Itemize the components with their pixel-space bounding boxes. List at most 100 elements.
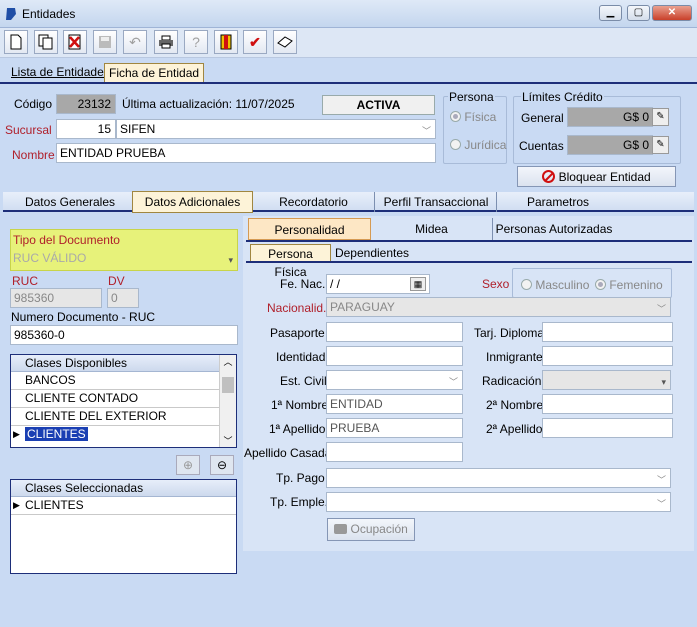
copy-icon[interactable] [34,30,58,54]
document-icon[interactable] [4,30,28,54]
row-pointer-icon: ▶ [13,429,20,439]
edit-icon[interactable]: ✎ [652,136,669,154]
ruc-label: RUC [12,274,38,288]
inmigrante-field[interactable] [542,346,673,366]
nombre1-field[interactable]: ENTIDAD [326,394,463,414]
dv-field[interactable]: 0 [107,288,139,308]
nombre2-field[interactable] [542,394,673,414]
tarj-diploma-label: Tarj. Diploma [474,326,545,340]
ocupacion-button[interactable]: Ocupación [327,518,415,541]
close-button[interactable]: ✕ [652,5,692,21]
radio-femenino-icon [595,279,606,290]
minimize-button[interactable]: ▁ [599,5,622,21]
radio-masculino-icon [521,279,532,290]
bloquear-entidad-button[interactable]: Bloquear Entidad [517,166,676,187]
dv-label: DV [108,274,125,288]
block-icon [542,170,556,183]
tpemple-select[interactable]: ﹀ [326,492,671,512]
list-item-selected[interactable]: ▶ CLIENTES [11,497,236,515]
nacionalidad-select[interactable]: PARAGUAY ﹀ [326,297,671,317]
tarj-diploma-field[interactable] [542,322,673,342]
radio-masculino[interactable]: Masculino [521,278,589,292]
save-icon[interactable] [93,30,117,54]
apellido-casada-label: Apellido Casada [244,446,332,460]
estcivil-select[interactable]: ﹀ [326,370,463,390]
fenac-label: Fe. Nac. [280,277,326,291]
apellido1-field[interactable]: PRUEBA [326,418,463,438]
tab-personas-autorizadas[interactable]: Personas Autorizadas [493,218,615,240]
identidad-label: Identidad [276,350,326,364]
delete-icon[interactable] [63,30,87,54]
tab-lista-entidades[interactable]: Lista de Entidades [7,63,114,82]
nombre2-label: 2ª Nombre [486,398,544,412]
add-class-button[interactable]: ⊕ [176,455,200,475]
fenac-field[interactable]: / / ▦ [326,274,430,294]
tab-divider [0,82,697,84]
list-item[interactable]: CLIENTE CONTADO [11,390,219,408]
list-item[interactable]: CLIENTE DEL EXTERIOR [11,408,219,426]
scroll-down-icon[interactable]: ﹀ [220,434,236,447]
exit-icon[interactable] [214,30,238,54]
list-item-selected[interactable]: ▶ CLIENTES [11,426,219,444]
tipo-documento-select[interactable]: RUC VÁLIDO ▾ [10,249,237,269]
undo-icon[interactable]: ↶ [123,30,147,54]
tpemple-label: Tp. Emple. [270,495,329,509]
chevron-down-icon: ▾ [228,255,233,265]
tppago-label: Tp. Pago [276,471,325,485]
tab-perfil-transaccional[interactable]: Perfil Transaccional [376,192,497,212]
chevron-down-icon: ﹀ [656,304,666,314]
general-label: General [521,111,564,125]
nombre-field[interactable]: ENTIDAD PRUEBA [56,143,436,163]
clases-disponibles-list[interactable]: Clases Disponibles BANCOS CLIENTE CONTAD… [10,354,237,448]
apellido2-label: 2ª Apellido [486,422,543,436]
persona-group [443,96,507,164]
check-icon[interactable]: ✔ [243,30,267,54]
clases-seleccionadas-list[interactable]: Clases Seleccionadas ▶ CLIENTES [10,479,237,574]
tppago-select[interactable]: ﹀ [326,468,671,488]
sucursal-name-select[interactable]: SIFEN ﹀ [116,119,436,139]
chevron-down-icon: ▾ [661,377,666,387]
scroll-up-icon[interactable]: ︿ [220,355,236,369]
calendar-icon[interactable]: ▦ [410,277,426,291]
tab-parametros-comerciales[interactable]: Parametros Comerciales [498,192,618,229]
estcivil-label: Est. Civil [280,374,327,388]
identidad-field[interactable] [326,346,463,366]
codigo-label: Código [14,97,53,111]
scrollbar[interactable]: ︿ ﹀ [219,355,236,447]
add-icon: ⊕ [182,458,194,472]
tab-datos-generales[interactable]: Datos Generales [8,192,132,212]
sucursal-number-field[interactable]: 15 [56,119,116,139]
tab-datos-adicionales[interactable]: Datos Adicionales [132,191,253,213]
tab-midea[interactable]: Midea [371,218,493,240]
tab-ficha-entidad[interactable]: Ficha de Entidad [104,63,205,82]
ruc-field[interactable]: 985360 [10,288,102,308]
limites-label: Límites Crédito [521,90,604,104]
edit-icon[interactable]: ✎ [652,108,669,126]
list-item[interactable]: BANCOS [11,372,219,390]
apellido2-field[interactable] [542,418,673,438]
radio-fisica[interactable]: Física [450,110,496,124]
remove-icon: ⊖ [216,458,228,472]
codigo-field[interactable]: 23132 [56,94,116,114]
apellido-casada-field[interactable] [326,442,463,462]
maximize-button[interactable]: ▢ [627,5,650,21]
ultima-actualizacion: Última actualización: 11/07/2025 [122,97,295,111]
help-icon[interactable]: ? [184,30,208,54]
eraser-icon[interactable] [273,30,297,54]
radicacion-select[interactable]: ▾ [542,370,671,390]
remove-class-button[interactable]: ⊖ [210,455,234,475]
scroll-thumb[interactable] [222,377,234,393]
subtab-divider [246,261,692,263]
tab-recordatorio[interactable]: Recordatorio [253,192,375,212]
pasaporte-field[interactable] [326,322,463,342]
chevron-down-icon: ﹀ [421,126,431,136]
tab-personalidad[interactable]: Personalidad [248,218,371,240]
chevron-down-icon: ﹀ [656,475,666,485]
print-icon[interactable] [154,30,178,54]
apellido1-label: 1ª Apellido [269,422,326,436]
radio-femenino[interactable]: Femenino [595,278,663,292]
status-badge: ACTIVA [322,95,435,115]
radio-juridica[interactable]: Jurídica [450,138,506,152]
sexo-label: Sexo [482,277,510,291]
numdoc-field[interactable]: 985360-0 [10,325,238,345]
